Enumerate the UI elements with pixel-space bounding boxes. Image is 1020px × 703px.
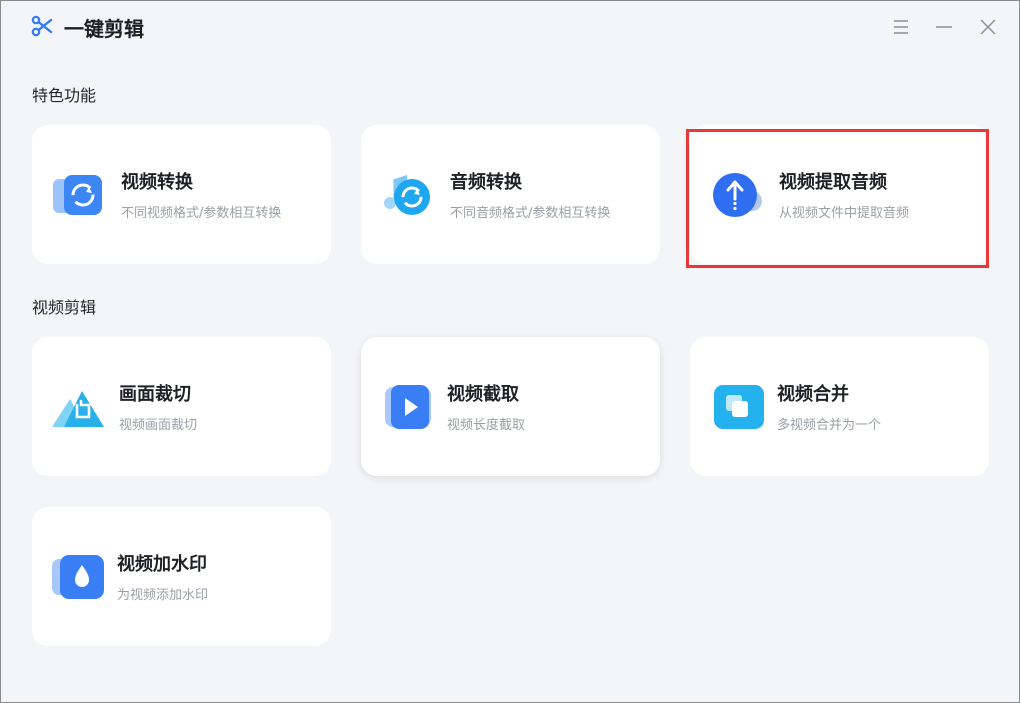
card-title: 视频合并 — [777, 384, 849, 405]
card-audio-convert[interactable]: 音频转换 不同音频格式/参数相互转换 — [361, 125, 660, 264]
card-extract-audio[interactable]: 视频提取音频 从视频文件中提取音频 — [690, 125, 989, 264]
scissors-logo-icon — [31, 15, 53, 37]
card-watermark[interactable]: 视频加水印 为视频添加水印 — [32, 507, 331, 646]
card-title: 画面裁切 — [119, 384, 191, 405]
app-title: 一键剪辑 — [64, 17, 144, 41]
audio-convert-icon — [384, 175, 430, 215]
card-description: 为视频添加水印 — [117, 588, 209, 603]
extract-audio-icon — [713, 173, 762, 217]
video-trim-icon — [385, 385, 431, 429]
card-video-convert[interactable]: 视频转换 不同视频格式/参数相互转换 — [32, 125, 331, 264]
crop-icon — [52, 391, 104, 427]
card-title: 视频提取音频 — [779, 172, 887, 193]
card-title: 视频转换 — [121, 172, 193, 193]
card-video-merge[interactable]: 视频合并 多视频合并为一个 — [690, 337, 989, 476]
section-title-video-edit: 视频剪辑 — [32, 298, 97, 317]
card-description: 不同视频格式/参数相互转换 — [121, 206, 282, 221]
card-description: 从视频文件中提取音频 — [779, 206, 910, 221]
card-video-trim[interactable]: 视频截取 视频长度截取 — [361, 337, 660, 476]
card-crop[interactable]: 画面裁切 视频画面裁切 — [32, 337, 331, 476]
video-merge-icon — [714, 385, 764, 429]
watermark-icon — [52, 555, 104, 599]
minimize-icon[interactable] — [934, 17, 954, 37]
menu-icon[interactable] — [891, 17, 911, 37]
card-description: 视频长度截取 — [447, 418, 526, 433]
card-description: 不同音频格式/参数相互转换 — [450, 206, 611, 221]
card-description: 多视频合并为一个 — [777, 418, 882, 433]
card-title: 视频加水印 — [117, 554, 207, 575]
card-title: 音频转换 — [450, 172, 522, 193]
close-icon[interactable] — [978, 17, 998, 37]
video-convert-icon — [53, 175, 102, 215]
card-description: 视频画面裁切 — [119, 418, 198, 433]
card-title: 视频截取 — [447, 384, 519, 405]
title-bar: 一键剪辑 — [1, 1, 1019, 57]
section-title-featured: 特色功能 — [32, 86, 97, 105]
